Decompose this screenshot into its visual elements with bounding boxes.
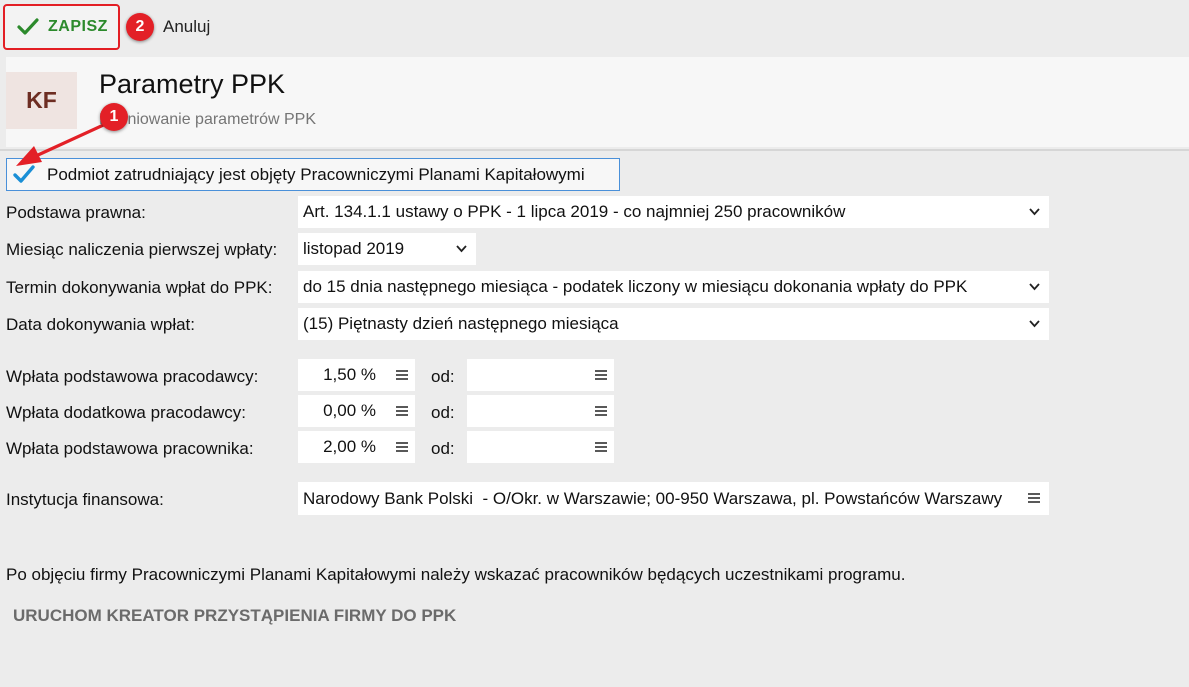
miesiac-label: Miesiąc naliczenia pierwszej wpłaty:: [6, 240, 278, 259]
miesiac-select[interactable]: listopad 2019: [298, 233, 476, 265]
menu-lines-icon[interactable]: [395, 369, 409, 381]
save-button[interactable]: ZAPISZ: [3, 4, 120, 50]
annotation-badge-1: 1: [100, 103, 128, 131]
contribution-value: 1,50 %: [323, 365, 376, 384]
institution-field[interactable]: Narodowy Bank Polski - O/Okr. w Warszawi…: [298, 482, 1049, 515]
info-text: Po objęciu firmy Pracowniczymi Planami K…: [6, 565, 906, 584]
contribution-value: 0,00 %: [323, 401, 376, 420]
menu-lines-icon[interactable]: [594, 369, 608, 381]
od-date-field[interactable]: [467, 395, 614, 427]
institution-value: Narodowy Bank Polski - O/Okr. w Warszawi…: [303, 488, 1003, 508]
menu-lines-icon[interactable]: [395, 405, 409, 417]
od-date-field[interactable]: [467, 431, 614, 463]
od-label: od:: [431, 439, 455, 458]
chevron-down-icon: [1029, 320, 1040, 328]
termin-value: do 15 dnia następnego miesiąca - podatek…: [303, 277, 968, 296]
termin-select[interactable]: do 15 dnia następnego miesiąca - podatek…: [298, 271, 1049, 303]
save-button-label: ZAPISZ: [48, 18, 108, 35]
cancel-button[interactable]: Anuluj: [163, 17, 210, 37]
contribution-label: Wpłata dodatkowa pracodawcy:: [6, 403, 247, 422]
od-date-field[interactable]: [467, 359, 614, 391]
podstawa-select[interactable]: Art. 134.1.1 ustawy o PPK - 1 lipca 2019…: [298, 196, 1049, 228]
contribution-value: 2,00 %: [323, 437, 376, 456]
data-label: Data dokonywania wpłat:: [6, 315, 196, 334]
data-value: (15) Piętnasty dzień następnego miesiąca: [303, 314, 619, 333]
menu-lines-icon[interactable]: [395, 441, 409, 453]
page-header: KF Parametry PPK Definiowanie parametrów…: [6, 57, 1189, 147]
menu-lines-icon[interactable]: [1027, 492, 1041, 504]
od-label: od:: [431, 403, 455, 422]
podstawa-label: Podstawa prawna:: [6, 203, 146, 222]
menu-lines-icon[interactable]: [594, 441, 608, 453]
page-title: Parametry PPK: [99, 69, 286, 99]
institution-label: Instytucja finansowa:: [6, 490, 164, 509]
miesiac-value: listopad 2019: [303, 239, 405, 258]
chevron-down-icon: [456, 245, 467, 253]
contribution-label: Wpłata podstawowa pracownika:: [6, 439, 254, 458]
check-icon: [17, 18, 39, 35]
termin-label: Termin dokonywania wpłat do PPK:: [6, 278, 273, 297]
run-wizard-button[interactable]: URUCHOM KREATOR PRZYSTĄPIENIA FIRMY DO P…: [13, 606, 456, 626]
chevron-down-icon: [1029, 208, 1040, 216]
contribution-label: Wpłata podstawowa pracodawcy:: [6, 367, 259, 386]
toolbar: ZAPISZ 2 Anuluj: [0, 0, 1189, 56]
menu-lines-icon[interactable]: [594, 405, 608, 417]
data-select[interactable]: (15) Piętnasty dzień następnego miesiąca: [298, 308, 1049, 340]
od-label: od:: [431, 367, 455, 386]
header-divider: [0, 149, 1189, 151]
annotation-badge-2: 2: [126, 13, 154, 41]
podstawa-value: Art. 134.1.1 ustawy o PPK - 1 lipca 2019…: [303, 202, 846, 221]
chevron-down-icon: [1029, 283, 1040, 291]
